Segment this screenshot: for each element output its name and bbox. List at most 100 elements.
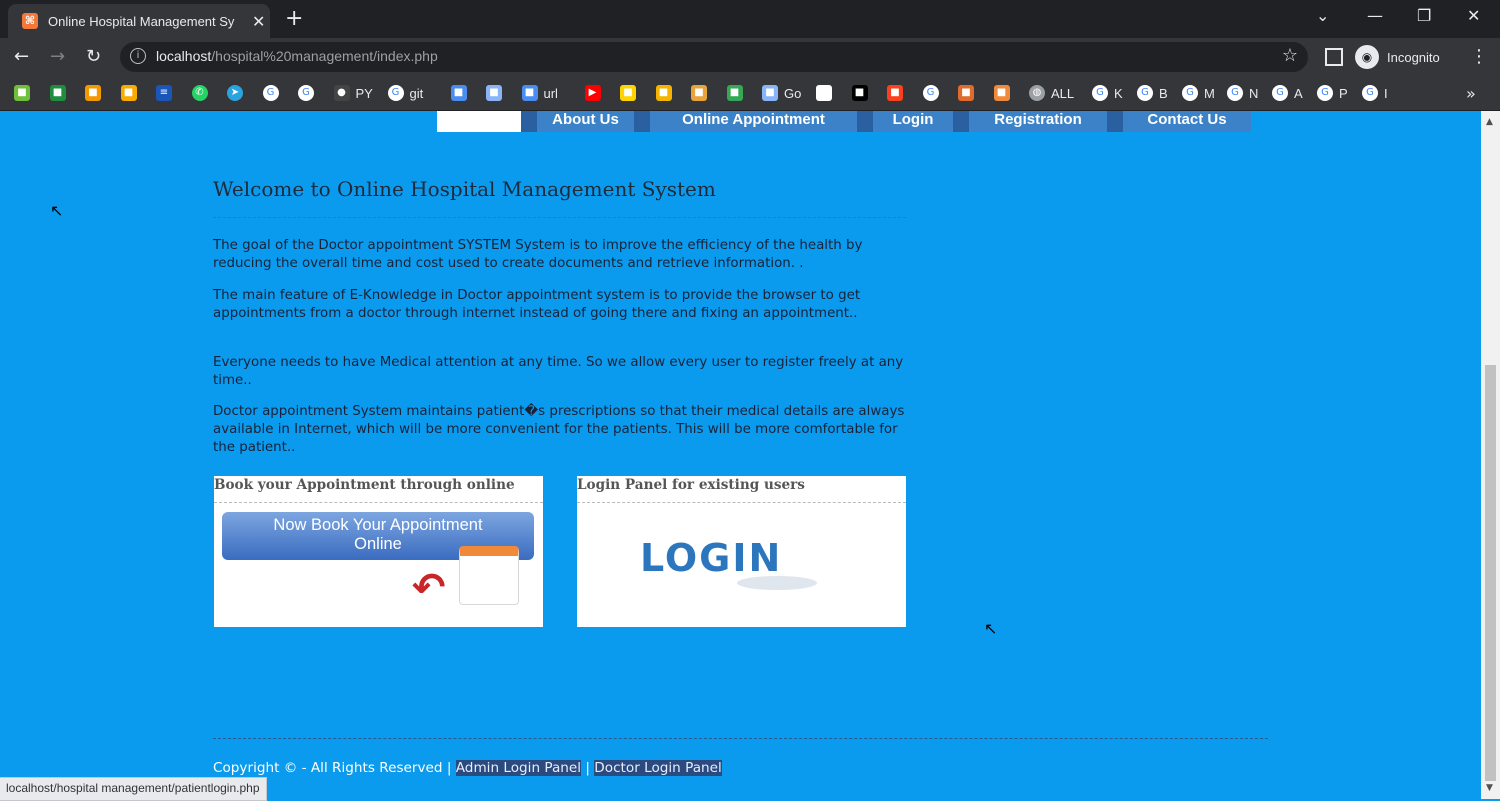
bookmark-item[interactable]: GI	[1362, 84, 1388, 102]
bookmark-item[interactable]: ■	[486, 84, 502, 102]
main-nav: Home About Us Online Appointment Login R…	[437, 111, 1251, 132]
nav-login[interactable]: Login	[873, 111, 953, 132]
nav-home[interactable]: Home	[437, 111, 521, 132]
nav-about-us[interactable]: About Us	[537, 111, 634, 132]
footer: Copyright © - All Rights Reserved | Admi…	[213, 760, 722, 776]
bookmark-item[interactable]: ■	[620, 84, 636, 102]
bookmark-item[interactable]: ■	[958, 84, 974, 102]
bookmarks-bar: ■ ■ ■ ■ ≡ ✆ ➤ G G ● PY Ggit ■ ■ ■ url ▶ ■ ■ ■ ■ ■ Go ■ ■ ■ G ■ ■ ◍ ALL…	[0, 76, 1500, 111]
calendar-icon	[459, 546, 519, 605]
bookmark-icon: ■	[521, 85, 538, 101]
whatsapp-icon: ✆	[191, 85, 208, 101]
bookmark-item[interactable]: ■	[691, 84, 707, 102]
restore-icon[interactable]: ❐	[1417, 6, 1431, 25]
bookmark-item[interactable]: ■	[851, 84, 868, 102]
bookmark-item[interactable]: G	[262, 84, 279, 102]
mouse-cursor-icon: ↖	[50, 201, 64, 220]
scroll-up-icon[interactable]: ▲	[1486, 117, 1493, 127]
site-info-icon[interactable]: i	[130, 48, 146, 64]
browser-menu-icon[interactable]: ⋮	[1470, 46, 1488, 67]
new-tab-icon[interactable]: +	[285, 6, 303, 31]
bookmark-item[interactable]: ■	[887, 84, 903, 102]
bookmark-icon: ■	[851, 85, 868, 101]
intro-paragraph: Everyone needs to have Medical attention…	[213, 355, 904, 388]
browser-toolbar: ← → ↻ i localhost/hospital%20management/…	[0, 38, 1500, 76]
footer-separator: |	[581, 760, 595, 776]
close-window-icon[interactable]: ✕	[1467, 6, 1480, 25]
url-text: localhost/hospital%20management/index.ph…	[156, 48, 438, 64]
close-tab-icon[interactable]: ✕	[252, 12, 265, 31]
bookmark-item[interactable]: ■	[816, 84, 832, 102]
bookmark-item[interactable]: ≡	[156, 84, 172, 102]
back-icon[interactable]: ←	[14, 46, 29, 67]
bookmark-item[interactable]: ➤	[227, 84, 243, 102]
book-appointment-panel: Book your Appointment through online Now…	[214, 476, 543, 627]
admin-login-link[interactable]: Admin Login Panel	[455, 760, 582, 776]
tab-search-chevron-icon[interactable]: ⌄	[1316, 6, 1329, 25]
scroll-down-icon[interactable]: ▼	[1486, 783, 1493, 793]
incognito-indicator[interactable]: ◉ Incognito	[1355, 45, 1440, 69]
more-bookmarks-icon[interactable]: »	[1466, 84, 1476, 103]
bookmark-item[interactable]: ■	[14, 84, 30, 102]
scroll-thumb[interactable]	[1485, 365, 1496, 781]
side-panel-icon[interactable]	[1325, 48, 1343, 66]
bookmark-icon: ■	[993, 85, 1010, 101]
bookmark-item[interactable]: ▶	[584, 84, 601, 102]
bookmark-item[interactable]: GM	[1182, 84, 1215, 102]
doctor-login-link[interactable]: Doctor Login Panel	[594, 760, 722, 776]
github-icon: ●	[333, 85, 350, 101]
curved-arrow-icon: ↶	[412, 565, 446, 611]
reload-icon[interactable]: ↻	[86, 46, 101, 67]
bookmark-icon: ■	[14, 85, 30, 101]
address-bar[interactable]: i localhost/hospital%20management/index.…	[120, 42, 1308, 72]
bookmark-item[interactable]: ◍ ALL	[1029, 84, 1074, 102]
nav-contact-us[interactable]: Contact Us	[1123, 111, 1251, 132]
browser-tab[interactable]: ⌘ Online Hospital Management Sy ✕	[8, 4, 270, 38]
nav-separator	[634, 111, 650, 132]
bookmark-item[interactable]: GP	[1317, 84, 1348, 102]
mouse-cursor-icon: ↖	[984, 619, 998, 638]
book-appointment-title: Book your Appointment through online	[214, 476, 543, 503]
bookmark-item[interactable]: GK	[1092, 84, 1123, 102]
google-icon: G	[387, 85, 404, 101]
bookmark-item[interactable]: ■	[993, 84, 1010, 102]
google-icon: G	[1227, 85, 1243, 101]
bookmark-item[interactable]: ■	[85, 84, 101, 102]
status-url-bar: localhost/hospital management/patientlog…	[0, 777, 267, 801]
bookmark-icon: ■	[49, 85, 66, 101]
bookmark-item[interactable]: ■	[726, 84, 743, 102]
bookmark-item[interactable]: GN	[1227, 84, 1258, 102]
bookmark-item[interactable]: ■	[450, 84, 467, 102]
bookmark-item[interactable]: GA	[1272, 84, 1303, 102]
bookmark-label: url	[543, 85, 558, 101]
bookmark-item[interactable]: G	[298, 84, 314, 102]
bookmark-item[interactable]: ■	[120, 84, 137, 102]
bookmark-item[interactable]: ■ Go	[762, 84, 801, 102]
bookmark-item[interactable]: GB	[1137, 84, 1168, 102]
bookmark-label: I	[1384, 85, 1388, 101]
bookmark-item[interactable]: ✆	[191, 84, 208, 102]
nav-separator	[953, 111, 969, 132]
google-icon: G	[298, 85, 314, 101]
footer-divider	[213, 738, 1268, 739]
bookmark-item[interactable]: ■ url	[521, 84, 558, 102]
minimize-icon[interactable]: —	[1367, 6, 1383, 25]
page-title: Welcome to Online Hospital Management Sy…	[213, 177, 716, 201]
bookmark-star-icon[interactable]: ☆	[1282, 45, 1298, 66]
bookmark-icon: ■	[887, 85, 903, 101]
bookmark-item[interactable]: ● PY	[333, 84, 373, 102]
bookmark-item[interactable]: Ggit	[387, 84, 423, 102]
forward-icon[interactable]: →	[50, 46, 65, 67]
login-logo-image[interactable]: LOGIN	[640, 536, 782, 580]
bookmark-label: N	[1249, 85, 1259, 101]
bookmark-item[interactable]: ■	[49, 84, 66, 102]
nav-registration[interactable]: Registration	[969, 111, 1107, 132]
login-panel: Login Panel for existing users LOGIN	[577, 476, 906, 627]
vertical-scrollbar[interactable]: ▲ ▼	[1481, 111, 1500, 799]
bookmark-item[interactable]: ■	[655, 84, 672, 102]
bookmark-icon: ■	[486, 85, 502, 101]
bookmark-item[interactable]: G	[922, 84, 939, 102]
nav-online-appointment[interactable]: Online Appointment	[650, 111, 857, 132]
bookmark-label: Go	[784, 85, 802, 101]
bookmark-icon: ■	[450, 85, 467, 101]
